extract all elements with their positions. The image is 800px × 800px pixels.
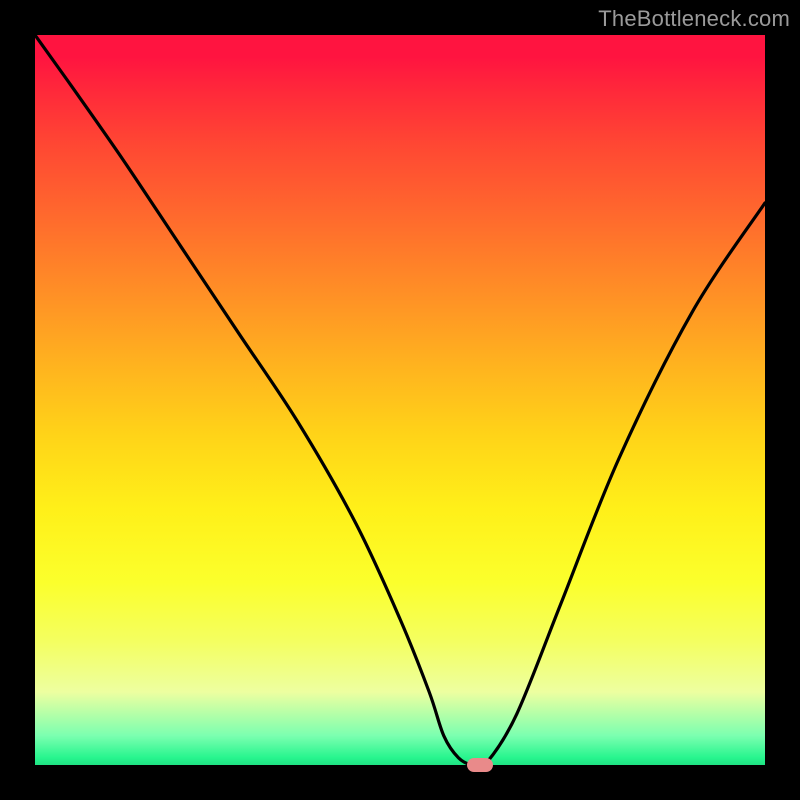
bottleneck-curve bbox=[35, 35, 765, 765]
plot-area bbox=[35, 35, 765, 765]
minimum-marker bbox=[467, 758, 493, 772]
watermark-text: TheBottleneck.com bbox=[598, 6, 790, 32]
curve-path bbox=[35, 35, 765, 765]
chart-frame: TheBottleneck.com bbox=[0, 0, 800, 800]
